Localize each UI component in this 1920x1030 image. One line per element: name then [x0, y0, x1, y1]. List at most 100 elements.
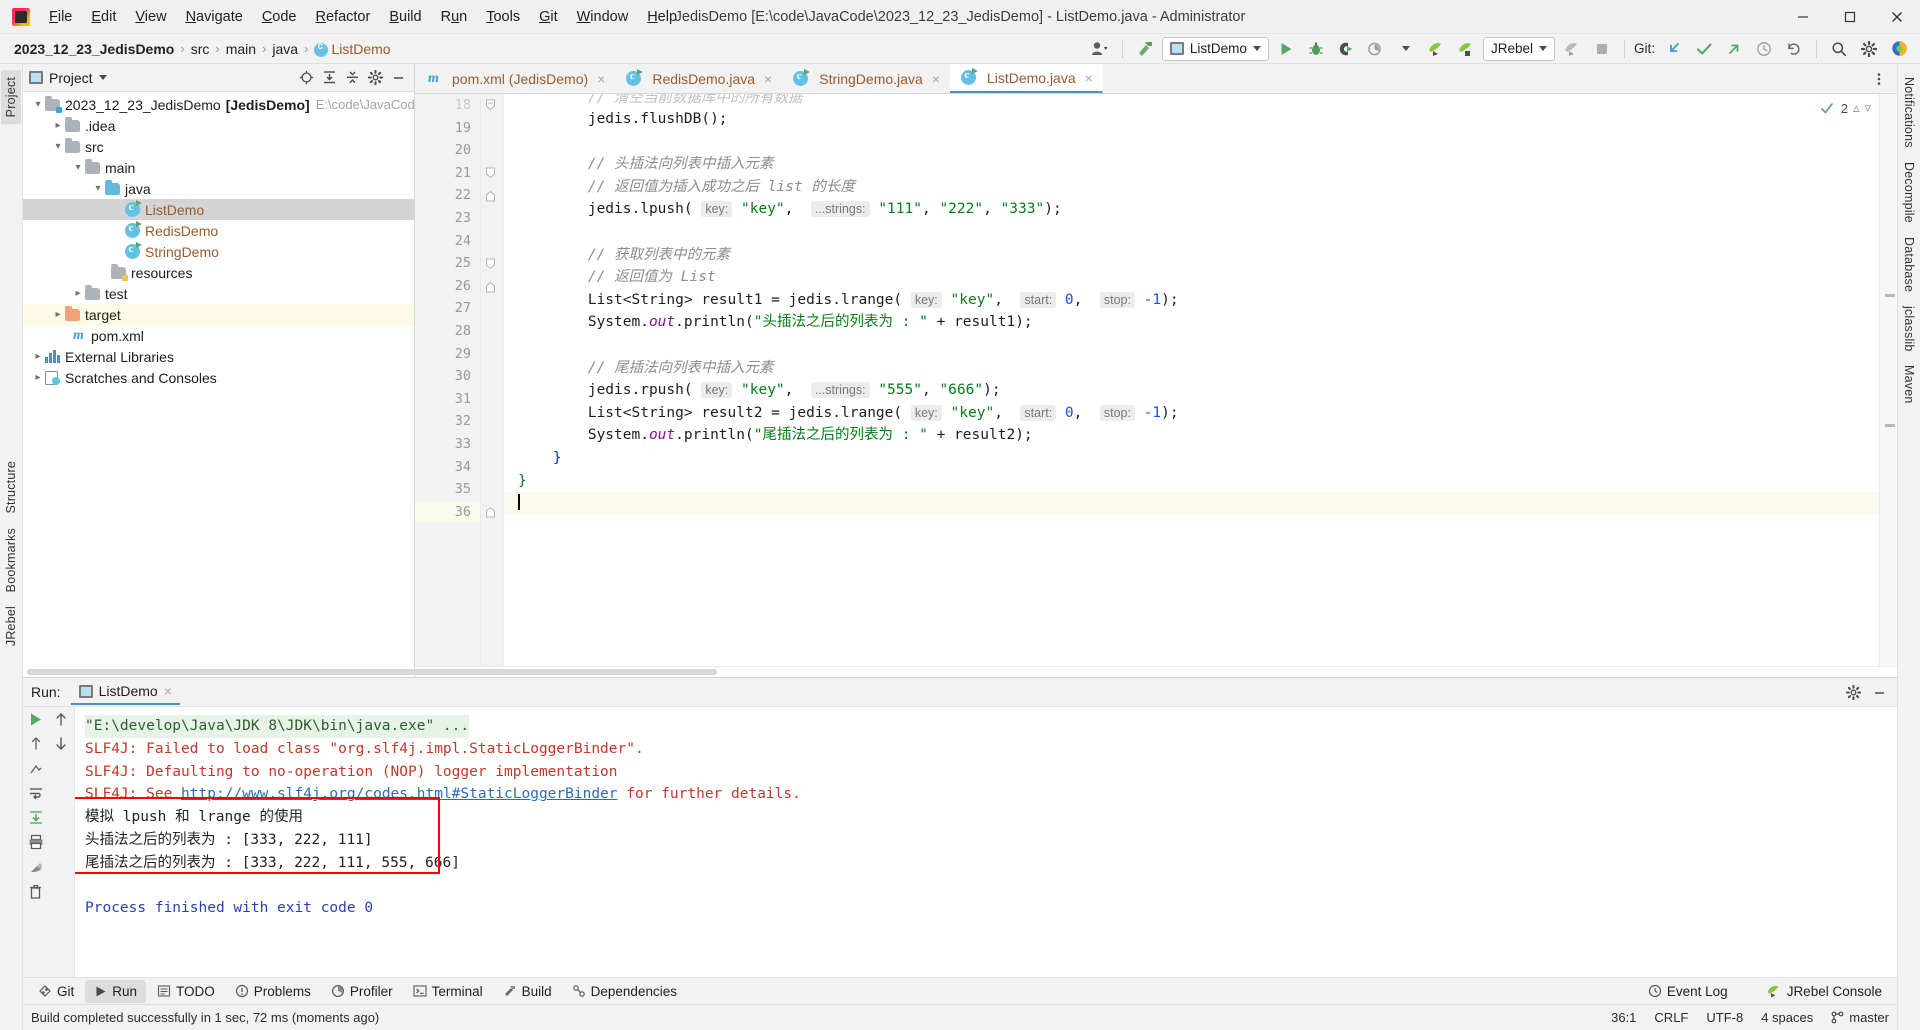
chevron-right-icon[interactable]: ▸	[31, 351, 45, 362]
bottom-tab-dependencies[interactable]: Dependencies	[563, 980, 686, 1003]
menu-git[interactable]: Git	[530, 5, 567, 29]
maximize-button[interactable]	[1826, 0, 1873, 34]
chevron-right-icon[interactable]: ▸	[31, 372, 45, 383]
git-history-icon[interactable]	[1751, 37, 1777, 61]
menu-refactor[interactable]: Refactor	[307, 5, 380, 29]
tree-item-listdemo[interactable]: ListDemo	[23, 199, 414, 220]
breadcrumb-project[interactable]: 2023_12_23_JedisDemo	[10, 39, 178, 59]
select-opened-file-icon[interactable]	[296, 68, 316, 88]
console-link[interactable]: http://www.slf4j.org/codes.html#StaticLo…	[181, 786, 618, 802]
tree-item-resources[interactable]: resources	[23, 262, 414, 283]
debug-button[interactable]	[1303, 37, 1329, 61]
rerun-failed-icon[interactable]	[28, 761, 44, 777]
bottom-tab-jrebel-console[interactable]: JRebel Console	[1757, 980, 1891, 1003]
scroll-to-end-icon[interactable]	[28, 809, 44, 825]
bottom-tab-git[interactable]: Git	[29, 980, 83, 1003]
minimize-button[interactable]	[1779, 0, 1826, 34]
breadcrumb-main[interactable]: main	[222, 39, 260, 59]
print-icon[interactable]	[28, 834, 44, 850]
run-button[interactable]	[1273, 37, 1299, 61]
soft-wrap-icon[interactable]	[28, 786, 44, 800]
git-push-button[interactable]	[1721, 37, 1747, 61]
chevron-down-icon[interactable]	[98, 75, 107, 80]
chevron-down-icon[interactable]: ▾	[71, 162, 85, 173]
code-text[interactable]: // 清空当前数据库中的所有数据 jedis.flushDB(); // 头插法…	[503, 94, 1879, 666]
chevron-down-icon[interactable]: ▾	[51, 141, 65, 152]
menu-run[interactable]: Run	[432, 5, 477, 29]
project-settings-gear-icon[interactable]	[365, 68, 385, 88]
file-encoding[interactable]: UTF-8	[1706, 1010, 1743, 1025]
stop-process-button[interactable]	[28, 736, 44, 752]
menu-edit[interactable]: Edit	[82, 5, 125, 29]
menu-window[interactable]: Window	[568, 5, 638, 29]
scroll-down-icon[interactable]	[54, 736, 68, 751]
close-icon[interactable]: ×	[764, 71, 772, 87]
tree-item-stringdemo[interactable]: StringDemo	[23, 241, 414, 262]
tab-redisdemo-java[interactable]: RedisDemo.java ×	[615, 64, 782, 93]
editor-marker-gutter[interactable]	[1879, 94, 1897, 666]
close-icon[interactable]: ×	[164, 683, 172, 699]
build-hammer-icon[interactable]	[1132, 37, 1158, 61]
tool-window-jclasslib[interactable]: jclasslib	[1899, 299, 1919, 359]
bottom-tab-event-log[interactable]: Event Log	[1639, 980, 1737, 1003]
tab-stringdemo-java[interactable]: StringDemo.java ×	[782, 64, 950, 93]
jrebel-selector[interactable]: JRebel	[1482, 36, 1555, 61]
jrebel-run-button[interactable]	[1423, 37, 1449, 61]
code-editor[interactable]: 2 ▵ ▿ 18 19 20 21 22 23 24 25 26 27 28 2…	[415, 94, 1897, 666]
close-icon[interactable]: ×	[597, 71, 605, 87]
tree-item-external-libraries[interactable]: ▸ External Libraries	[23, 346, 414, 367]
tree-item-test[interactable]: ▸ test	[23, 283, 414, 304]
tab-listdemo-java[interactable]: ListDemo.java ×	[949, 64, 1103, 93]
line-separator[interactable]: CRLF	[1654, 1010, 1688, 1025]
bottom-tab-problems[interactable]: Problems	[226, 980, 320, 1003]
caret-position[interactable]: 36:1	[1611, 1010, 1636, 1025]
run-settings-gear-icon[interactable]	[1843, 682, 1863, 702]
breadcrumb-java[interactable]: java	[268, 39, 302, 59]
close-icon[interactable]: ×	[932, 71, 940, 87]
tool-window-notifications[interactable]: Notifications	[1899, 70, 1919, 155]
collapse-all-icon[interactable]	[342, 68, 362, 88]
chevron-right-icon[interactable]: ▸	[51, 309, 65, 320]
search-icon[interactable]	[1826, 37, 1852, 61]
bottom-tab-terminal[interactable]: Terminal	[404, 980, 492, 1003]
tool-window-maven[interactable]: Maven	[1899, 358, 1919, 411]
tree-item-java[interactable]: ▾ java	[23, 178, 414, 199]
editor-options-icon[interactable]	[1869, 69, 1889, 89]
run-configuration-selector[interactable]: ListDemo	[1161, 36, 1269, 61]
git-update-project-button[interactable]	[1661, 37, 1687, 61]
chevron-right-icon[interactable]: ▸	[51, 120, 65, 131]
tree-item-idea[interactable]: ▸ .idea	[23, 115, 414, 136]
profiler-dropdown-icon[interactable]	[1393, 37, 1419, 61]
scroll-up-icon[interactable]	[54, 712, 68, 727]
jrebel-debug-button[interactable]	[1453, 37, 1479, 61]
user-avatar-icon[interactable]	[1087, 37, 1113, 61]
tree-item-pomxml[interactable]: m pom.xml	[23, 325, 414, 346]
indent-setting[interactable]: 4 spaces	[1761, 1010, 1813, 1025]
clear-all-icon[interactable]	[28, 859, 44, 875]
expand-all-icon[interactable]	[319, 68, 339, 88]
git-commit-button[interactable]	[1691, 37, 1717, 61]
project-tree[interactable]: ▾ 2023_12_23_JedisDemo [JedisDemo] E:\co…	[23, 92, 414, 666]
tool-window-database[interactable]: Database	[1899, 230, 1919, 299]
delete-icon[interactable]	[28, 884, 43, 900]
inspection-status[interactable]: 2 ▵ ▿	[1820, 100, 1871, 116]
menu-code[interactable]: Code	[253, 5, 306, 29]
tool-window-bookmarks[interactable]: Bookmarks	[1, 521, 21, 599]
editor-gutter[interactable]: 18 19 20 21 22 23 24 25 26 27 28 29 30 3…	[415, 94, 481, 666]
project-horizontal-scrollbar[interactable]	[23, 666, 717, 677]
tree-item-main[interactable]: ▾ main	[23, 157, 414, 178]
rerun-button[interactable]	[28, 712, 43, 727]
tree-item-redisdemo[interactable]: RedisDemo	[23, 220, 414, 241]
breadcrumb-src[interactable]: src	[187, 39, 214, 59]
tool-window-decompile[interactable]: Decompile	[1899, 155, 1919, 230]
ide-feedback-icon[interactable]	[1886, 37, 1912, 61]
bottom-tab-build[interactable]: Build	[494, 980, 561, 1003]
menu-help[interactable]: Help	[638, 5, 686, 29]
bottom-tab-profiler[interactable]: Profiler	[322, 980, 402, 1003]
menu-navigate[interactable]: Navigate	[177, 5, 252, 29]
run-tab-listdemo[interactable]: ListDemo ×	[70, 679, 180, 705]
tree-item-target[interactable]: ▸ target	[23, 304, 414, 325]
breadcrumb-class[interactable]: ListDemo	[310, 39, 394, 59]
tree-item-src[interactable]: ▾ src	[23, 136, 414, 157]
fold-gutter[interactable]	[481, 94, 503, 666]
